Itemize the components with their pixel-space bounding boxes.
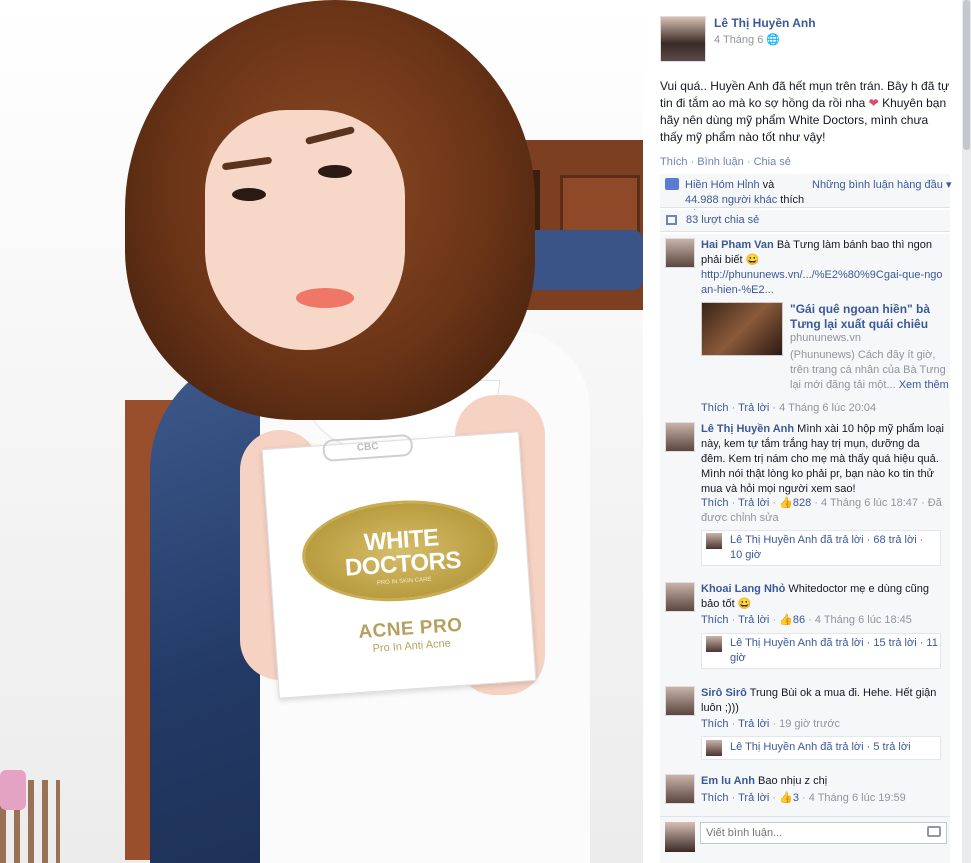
reply-avatar	[706, 740, 722, 756]
comment-order-dropdown[interactable]: Những bình luận hàng đầu ▾	[812, 178, 952, 191]
replies-summary-text[interactable]: Lê Thị Huyền Anh đã trả lời · 68 trả lời…	[730, 533, 938, 563]
product-box: CBC WHITE DOCTORS PRO IN SKIN CARE ACNE …	[261, 431, 537, 699]
comment-like[interactable]: Thích	[701, 402, 729, 414]
comment-avatar[interactable]	[665, 774, 695, 804]
comment-body: Em lu Anh Bao nhịu z chị	[701, 774, 946, 789]
comment-avatar[interactable]	[665, 686, 695, 716]
photo-eye-left	[232, 188, 266, 201]
comment-reply[interactable]: Trả lời	[738, 718, 769, 730]
comment-like[interactable]: Thích	[701, 792, 729, 804]
comment-author[interactable]: Sirô Sirô	[701, 687, 747, 699]
likes-and: và	[759, 179, 775, 191]
comment-like-count[interactable]: 👍828	[779, 497, 811, 509]
comment-avatar[interactable]	[665, 582, 695, 612]
comment-author[interactable]: Em lu Anh	[701, 775, 755, 787]
thumbs-up-icon	[665, 178, 679, 190]
comment-reply[interactable]: Trả lời	[738, 614, 769, 626]
comment-avatar[interactable]	[665, 422, 695, 452]
comment-link[interactable]: http://phununews.vn/.../%E2%80%9Cgai-que…	[701, 269, 943, 296]
comment-like-count[interactable]: 👍3	[779, 792, 799, 804]
link-preview-domain: phununews.vn	[790, 332, 861, 344]
comment-meta: Thích · Trả lời · 👍86 · 4 Tháng 6 lúc 18…	[701, 614, 912, 626]
shares-count[interactable]: 83 lượt chia sẻ	[686, 214, 759, 226]
likes-others-link[interactable]: 44.988 người khác	[685, 194, 777, 206]
photo[interactable]: CBC WHITE DOCTORS PRO IN SKIN CARE ACNE …	[0, 0, 643, 863]
comment-input[interactable]	[700, 822, 947, 844]
comment-like[interactable]: Thích	[701, 497, 729, 509]
author-avatar[interactable]	[660, 16, 706, 62]
comment-meta: Thích · Trả lời · 4 Tháng 6 lúc 20:04	[701, 402, 877, 414]
comment-author[interactable]: Khoai Lang Nhỏ	[701, 583, 785, 595]
comment-action[interactable]: Bình luận	[697, 156, 743, 168]
photo-pink-object	[0, 770, 26, 810]
photo-lips	[296, 288, 354, 308]
comment-author[interactable]: Lê Thị Huyền Anh	[701, 423, 794, 435]
comment-body: Hai Pham Van Bà Tưng làm bánh bao thì ng…	[701, 238, 946, 298]
post-date-text: 4 Tháng 6	[714, 34, 764, 46]
post-date[interactable]: 4 Tháng 6 🌐	[714, 33, 780, 46]
photo-face	[205, 110, 405, 350]
product-brand: WHITE DOCTORS	[321, 523, 484, 582]
camera-icon[interactable]	[927, 826, 941, 837]
comment-reply[interactable]: Trả lời	[738, 402, 769, 414]
reply-avatar	[706, 636, 722, 652]
comment-avatar[interactable]	[665, 238, 695, 268]
photo-eye-right	[318, 165, 352, 178]
see-more-link[interactable]: Xem thêm	[896, 379, 949, 391]
comment-meta: Thích · Trả lời · 👍3 · 4 Tháng 6 lúc 19:…	[701, 792, 906, 804]
reply-avatar	[706, 533, 722, 549]
replies-summary-text[interactable]: Lê Thị Huyền Anh đã trả lời · 15 trả lời…	[730, 636, 938, 666]
comment-reply[interactable]: Trả lời	[738, 792, 769, 804]
author-name[interactable]: Lê Thị Huyền Anh	[714, 16, 816, 30]
globe-icon: 🌐	[766, 34, 781, 46]
like-action[interactable]: Thích	[660, 156, 688, 168]
link-preview-title[interactable]: "Gái quê ngoan hiền" bà Tưng lại xuất qu…	[790, 302, 950, 332]
comment-text: Bao nhịu z chị	[754, 775, 828, 787]
comment-meta: Thích · Trả lời · 👍828 · 4 Tháng 6 lúc 1…	[701, 497, 942, 524]
comment-like-count-value: 86	[792, 614, 806, 626]
comment-time[interactable]: 4 Tháng 6 lúc 18:45	[815, 614, 912, 626]
action-separator: ·	[687, 156, 698, 168]
share-action[interactable]: Chia sẻ	[754, 156, 791, 168]
comment-body: Khoai Lang Nhỏ Whitedoctor mẹ e dùng cũn…	[701, 582, 946, 612]
comment-like-count-value: 828	[792, 497, 812, 509]
replies-summary-text[interactable]: Lê Thị Huyền Anh đã trả lời · 5 trả lời	[730, 740, 938, 755]
post-actions: Thích · Bình luận · Chia sẻ	[660, 156, 791, 168]
comment-body: Lê Thị Huyền Anh Mình xài 10 hộp mỹ phẩm…	[701, 422, 946, 497]
comment-like-count-value: 3	[792, 792, 799, 804]
link-preview-description: (Phununews) Cách đây ít giờ, trên trang …	[790, 348, 950, 393]
share-icon	[666, 215, 677, 225]
link-preview-thumbnail[interactable]	[701, 302, 783, 356]
comment-author[interactable]: Hai Pham Van	[701, 239, 774, 251]
comment-time[interactable]: 4 Tháng 6 lúc 20:04	[779, 402, 876, 414]
action-separator: ·	[743, 156, 754, 168]
comment-meta: Thích · Trả lời · 19 giờ trước	[701, 718, 841, 730]
comment-like[interactable]: Thích	[701, 718, 729, 730]
comment-time[interactable]: 4 Tháng 6 lúc 19:59	[809, 792, 906, 804]
comment-time[interactable]: 4 Tháng 6 lúc 18:47	[821, 497, 918, 509]
comment-like[interactable]: Thích	[701, 614, 729, 626]
comment-like-count[interactable]: 👍86	[779, 614, 805, 626]
post-text: Vui quá.. Huyền Anh đã hết mụn trên trán…	[660, 78, 952, 146]
comment-reply[interactable]: Trả lời	[738, 497, 769, 509]
liker-name[interactable]: Hiền Hóm Hỉnh	[685, 179, 760, 191]
comment-body: Sirô Sirô Trung Bùi ok a mua đi. Hehe. H…	[701, 686, 946, 716]
sidebar-scrollbar-thumb[interactable]	[963, 0, 970, 150]
heart-icon: ❤	[868, 96, 879, 110]
comment-time[interactable]: 19 giờ trước	[779, 718, 840, 730]
viewer-avatar	[665, 822, 695, 852]
